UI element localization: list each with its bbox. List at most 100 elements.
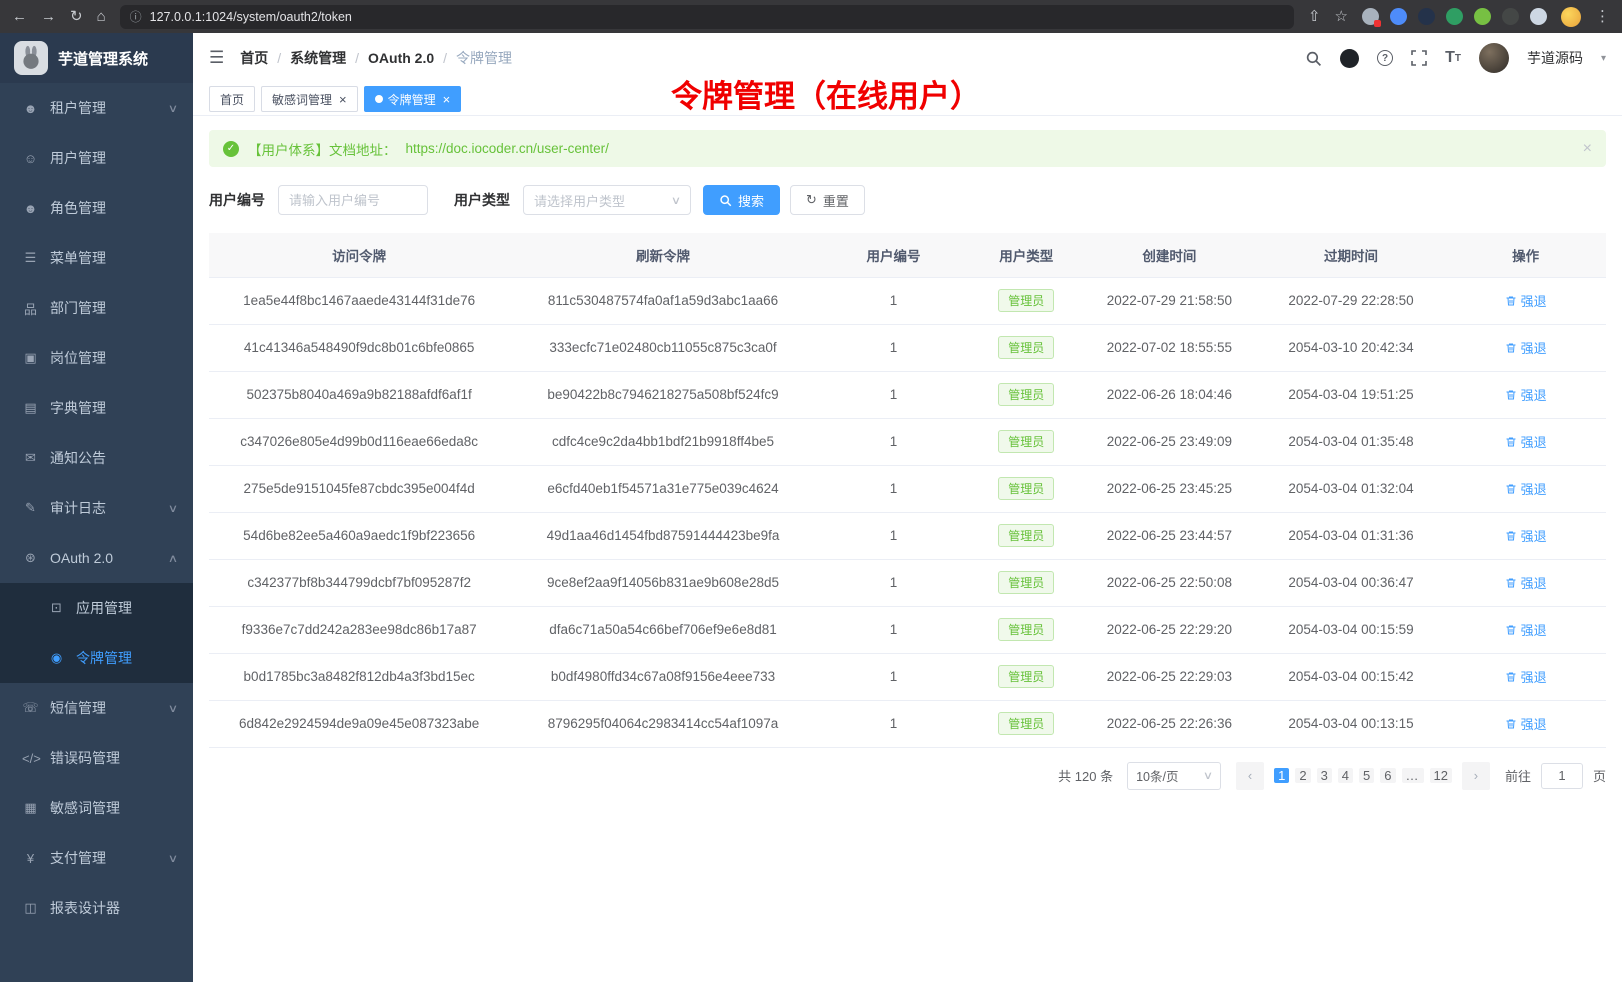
prev-page-button[interactable]: ‹ xyxy=(1236,762,1264,790)
breadcrumb: 首页/系统管理/OAuth 2.0/令牌管理 xyxy=(240,48,512,68)
goto-page-input[interactable] xyxy=(1541,763,1583,789)
reset-button[interactable]: ↻ 重置 xyxy=(790,185,865,215)
sidebar-item-sensitive-word[interactable]: ▦敏感词管理 xyxy=(0,783,193,833)
address-bar[interactable]: ⓘ 127.0.0.1:1024/system/oauth2/token xyxy=(120,5,1294,29)
refresh-token-cell: 333ecfc71e02480cb11055c875c3ca0f xyxy=(509,324,816,371)
action-cell: 强退 xyxy=(1445,606,1606,653)
next-page-button[interactable]: › xyxy=(1462,762,1490,790)
force-logout-button[interactable]: 强退 xyxy=(1505,667,1547,686)
tab-close-icon[interactable]: × xyxy=(443,93,451,106)
extension-icon[interactable] xyxy=(1530,8,1547,25)
breadcrumb-item-1[interactable]: 系统管理 xyxy=(290,48,346,68)
tab-token[interactable]: 令牌管理× xyxy=(364,86,462,112)
create-time-cell: 2022-06-25 22:50:08 xyxy=(1082,559,1257,606)
bookmark-star-icon[interactable]: ☆ xyxy=(1335,9,1348,24)
sidebar-item-label: 审计日志 xyxy=(50,498,106,518)
access-token-cell: b0d1785bc3a8482f812db4a3f3bd15ec xyxy=(209,653,509,700)
extension-icon[interactable] xyxy=(1362,8,1379,25)
force-logout-button[interactable]: 强退 xyxy=(1505,432,1547,451)
logo-image xyxy=(14,41,48,75)
share-icon[interactable]: ⇧ xyxy=(1308,9,1321,24)
sidebar-item-tenant[interactable]: ☻租户管理∨ xyxy=(0,83,193,133)
tab-sensitive-word[interactable]: 敏感词管理× xyxy=(261,86,358,112)
force-logout-button[interactable]: 强退 xyxy=(1505,573,1547,592)
sidebar-collapse-icon[interactable]: ☰ xyxy=(209,48,224,68)
sidebar-item-oauth2[interactable]: ⊛OAuth 2.0∧ xyxy=(0,533,193,583)
extension-icon[interactable] xyxy=(1390,8,1407,25)
browser-menu-icon[interactable]: ⋮ xyxy=(1595,9,1610,24)
force-logout-button[interactable]: 强退 xyxy=(1505,385,1547,404)
extension-icon[interactable] xyxy=(1502,8,1519,25)
sidebar-item-oauth2-application[interactable]: ⊡应用管理 xyxy=(0,583,193,633)
font-size-small-glyph: T xyxy=(1455,53,1461,64)
browser-profile-avatar[interactable] xyxy=(1561,7,1581,27)
page-button-5[interactable]: 5 xyxy=(1359,768,1374,783)
alert-close-icon[interactable]: × xyxy=(1583,140,1592,158)
sidebar-item-sms[interactable]: ☏短信管理∨ xyxy=(0,683,193,733)
user-id-input[interactable] xyxy=(278,185,428,215)
page-button-6[interactable]: 6 xyxy=(1380,768,1395,783)
home-icon[interactable]: ⌂ xyxy=(97,9,106,24)
breadcrumb-item-0[interactable]: 首页 xyxy=(240,48,268,68)
sidebar-item-notice[interactable]: ✉通知公告 xyxy=(0,433,193,483)
page-size-select[interactable]: 10条/页 ∨ xyxy=(1127,762,1221,790)
force-logout-button[interactable]: 强退 xyxy=(1505,338,1547,357)
sidebar-item-role[interactable]: ☻角色管理 xyxy=(0,183,193,233)
pager-ellipsis: … xyxy=(1402,768,1424,783)
forward-icon[interactable]: → xyxy=(41,9,56,24)
font-size-icon[interactable]: TT xyxy=(1445,49,1461,67)
force-logout-button[interactable]: 强退 xyxy=(1505,714,1547,733)
trash-icon xyxy=(1505,718,1517,730)
force-logout-button[interactable]: 强退 xyxy=(1505,526,1547,545)
force-logout-button[interactable]: 强退 xyxy=(1505,479,1547,498)
sidebar-item-post[interactable]: ▣岗位管理 xyxy=(0,333,193,383)
expire-time-cell: 2054-03-10 20:42:34 xyxy=(1257,324,1446,371)
sidebar-item-dept[interactable]: 品部门管理 xyxy=(0,283,193,333)
breadcrumb-item-2[interactable]: OAuth 2.0 xyxy=(368,50,434,66)
sidebar-item-audit-log[interactable]: ✎审计日志∨ xyxy=(0,483,193,533)
page-button-2[interactable]: 2 xyxy=(1295,768,1310,783)
github-icon[interactable] xyxy=(1340,49,1359,68)
force-logout-button[interactable]: 强退 xyxy=(1505,291,1547,310)
user-type-select[interactable]: 请选择用户类型 ∨ xyxy=(523,185,691,215)
back-icon[interactable]: ← xyxy=(12,9,27,24)
sidebar-item-dict[interactable]: ▤字典管理 xyxy=(0,383,193,433)
page-button-3[interactable]: 3 xyxy=(1317,768,1332,783)
search-icon[interactable] xyxy=(1305,50,1322,67)
page-button-1[interactable]: 1 xyxy=(1274,768,1289,783)
user-name[interactable]: 芋道源码 xyxy=(1527,48,1583,68)
sidebar-item-pay[interactable]: ¥支付管理∨ xyxy=(0,833,193,883)
user-type-cell: 管理员 xyxy=(970,418,1082,465)
refresh-token-cell: 49d1aa46d1454fbd87591444423be9fa xyxy=(509,512,816,559)
expire-time-cell: 2054-03-04 00:36:47 xyxy=(1257,559,1446,606)
sidebar-item-report-designer[interactable]: ◫报表设计器 xyxy=(0,883,193,933)
user-avatar[interactable] xyxy=(1479,43,1509,73)
search-button[interactable]: 搜索 xyxy=(703,185,780,215)
user-type-cell: 管理员 xyxy=(970,512,1082,559)
tab-close-icon[interactable]: × xyxy=(339,93,347,106)
force-logout-button[interactable]: 强退 xyxy=(1505,620,1547,639)
doc-link[interactable]: https://doc.iocoder.cn/user-center/ xyxy=(406,141,609,156)
url-text: 127.0.0.1:1024/system/oauth2/token xyxy=(150,10,352,24)
fullscreen-icon[interactable] xyxy=(1411,50,1427,66)
page-button-4[interactable]: 4 xyxy=(1338,768,1353,783)
column-header: 创建时间 xyxy=(1082,233,1257,277)
extension-icon[interactable] xyxy=(1474,8,1491,25)
app-logo[interactable]: 芋道管理系统 xyxy=(0,33,193,83)
sidebar-item-error-code[interactable]: </>错误码管理 xyxy=(0,733,193,783)
sidebar-item-user[interactable]: ☺用户管理 xyxy=(0,133,193,183)
page-button-12[interactable]: 12 xyxy=(1430,768,1452,783)
access-token-cell: 502375b8040a469a9b82188afdf6af1f xyxy=(209,371,509,418)
extension-icon[interactable] xyxy=(1446,8,1463,25)
tab-home[interactable]: 首页 xyxy=(209,86,255,112)
force-logout-label: 强退 xyxy=(1521,479,1547,498)
sidebar-item-label: 支付管理 xyxy=(50,848,106,868)
table-header-row: 访问令牌刷新令牌用户编号用户类型创建时间过期时间操作 xyxy=(209,233,1606,277)
site-info-icon[interactable]: ⓘ xyxy=(130,8,142,25)
sidebar-item-oauth2-token[interactable]: ◉令牌管理 xyxy=(0,633,193,683)
sidebar-item-menu[interactable]: ☰菜单管理 xyxy=(0,233,193,283)
help-icon[interactable]: ? xyxy=(1377,50,1393,66)
user-id-cell: 1 xyxy=(817,371,971,418)
extension-icon[interactable] xyxy=(1418,8,1435,25)
reload-icon[interactable]: ↻ xyxy=(70,9,83,24)
